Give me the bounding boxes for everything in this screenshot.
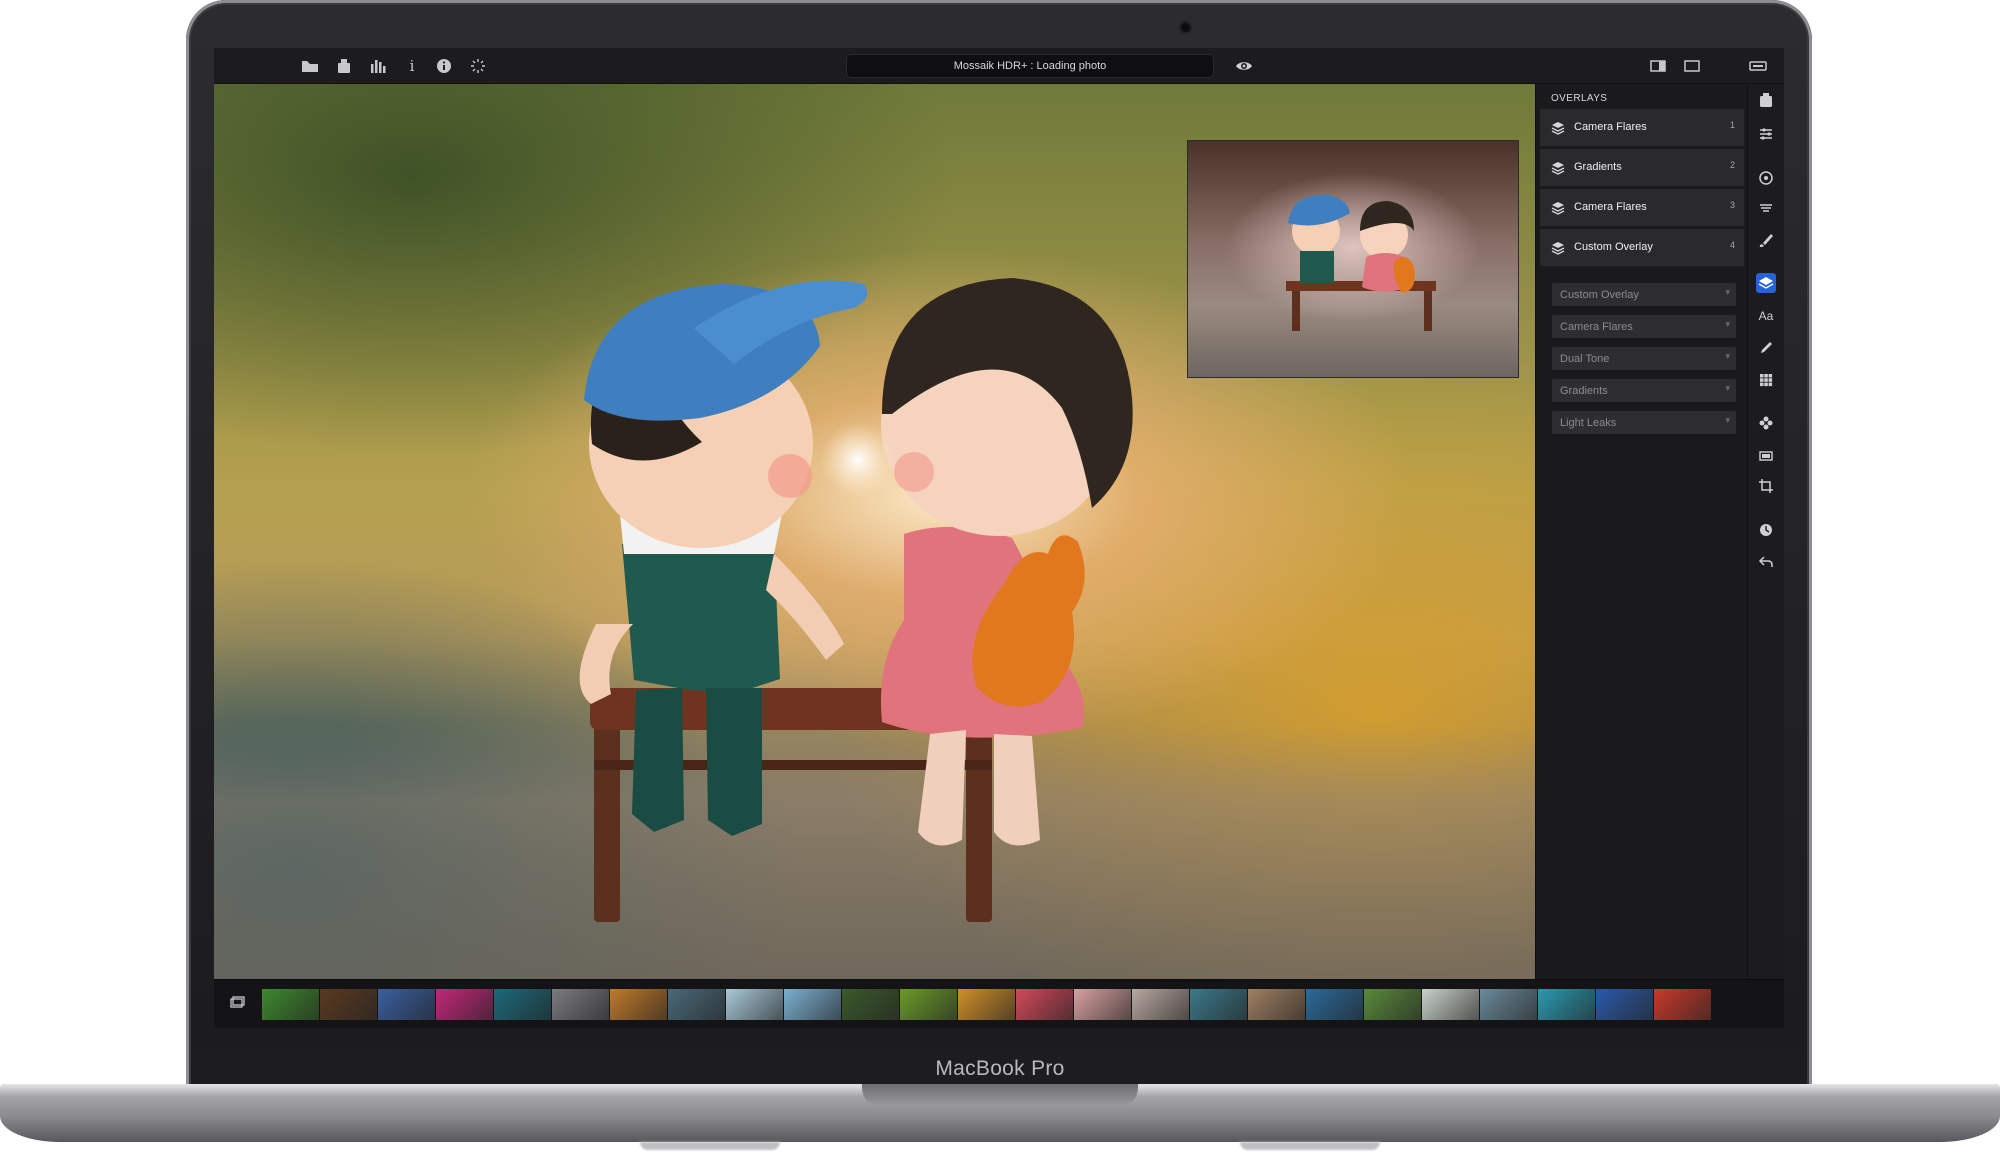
- overlay-layer-index: 4: [1729, 240, 1735, 250]
- chevron-down-icon: ▾: [1725, 287, 1730, 297]
- overlay-layer-2[interactable]: Gradients 2: [1540, 149, 1744, 187]
- laptop-foot-left: [640, 1142, 780, 1150]
- layers-stack-icon: [1550, 160, 1566, 176]
- text-icon[interactable]: Aa: [1756, 306, 1776, 326]
- overlay-option-camera-flares[interactable]: Camera Flares ▾: [1552, 315, 1736, 338]
- filmstrip-thumbnail[interactable]: [610, 989, 667, 1020]
- overlay-option-gradients[interactable]: Gradients ▾: [1552, 379, 1736, 402]
- filmstrip-thumbnail[interactable]: [1190, 989, 1247, 1020]
- filmstrip-thumbnail[interactable]: [1074, 989, 1131, 1020]
- filmstrip-thumbnail[interactable]: [1480, 989, 1537, 1020]
- filmstrip-thumbnail[interactable]: [1306, 989, 1363, 1020]
- filmstrip-thumbnail[interactable]: [378, 989, 435, 1020]
- filmstrip-thumbnail[interactable]: [1248, 989, 1305, 1020]
- overlays-panel-title: OVERLAYS: [1551, 93, 1608, 104]
- filmstrip-thumbnails: [262, 989, 1712, 1020]
- overlay-layer-name: Camera Flares: [1574, 201, 1647, 213]
- filmstrip-thumbnail[interactable]: [1132, 989, 1189, 1020]
- chevron-down-icon: ▾: [1725, 415, 1730, 425]
- overlay-layer-index: 1: [1729, 120, 1735, 130]
- eye-icon[interactable]: [1234, 56, 1254, 76]
- app-window: i Mossaik HDR+ : Loading photo OVERLAYS …: [214, 48, 1784, 1052]
- overlay-layer-index: 3: [1729, 200, 1735, 210]
- filmstrip-thumbnail[interactable]: [1596, 989, 1653, 1020]
- filmstrip-thumbnail[interactable]: [262, 989, 319, 1020]
- photo-canvas[interactable]: [214, 84, 1535, 979]
- overlay-layer-name: Camera Flares: [1574, 121, 1647, 133]
- overlay-option-label: Camera Flares: [1560, 321, 1633, 333]
- filmstrip-thumbnail[interactable]: [494, 989, 551, 1020]
- layers-stack-icon: [1550, 120, 1566, 136]
- open-folder-icon[interactable]: [300, 56, 320, 76]
- filmstrip: [214, 979, 1784, 1028]
- overlay-option-label: Dual Tone: [1560, 353, 1610, 365]
- top-toolbar: i Mossaik HDR+ : Loading photo: [214, 48, 1784, 84]
- filmstrip-thumbnail[interactable]: [1364, 989, 1421, 1020]
- gallery-icon[interactable]: [228, 994, 246, 1012]
- filmstrip-thumbnail[interactable]: [320, 989, 377, 1020]
- filmstrip-thumbnail[interactable]: [1016, 989, 1073, 1020]
- overlay-layer-name: Gradients: [1574, 161, 1622, 173]
- info-circle-icon[interactable]: [434, 56, 454, 76]
- overlay-layer-name: Custom Overlay: [1574, 241, 1653, 253]
- grid-icon[interactable]: [1756, 370, 1776, 390]
- brush-icon[interactable]: [1756, 230, 1776, 250]
- tool-strip: Aa: [1747, 84, 1784, 979]
- layers-icon[interactable]: [1756, 273, 1776, 293]
- overlay-option-label: Custom Overlay: [1560, 289, 1639, 301]
- filmstrip-thumbnail[interactable]: [1538, 989, 1595, 1020]
- overlay-layer-4[interactable]: Custom Overlay 4: [1540, 229, 1744, 267]
- chevron-down-icon: ▾: [1725, 383, 1730, 393]
- webcam: [1181, 23, 1190, 32]
- filmstrip-thumbnail[interactable]: [552, 989, 609, 1020]
- undo-icon[interactable]: [1756, 552, 1776, 572]
- filmstrip-thumbnail[interactable]: [842, 989, 899, 1020]
- single-view-icon[interactable]: [1682, 56, 1702, 76]
- filmstrip-thumbnail[interactable]: [958, 989, 1015, 1020]
- brand-label: MacBook Pro: [935, 1057, 1065, 1080]
- fullscreen-icon[interactable]: [1748, 56, 1768, 76]
- export-icon[interactable]: [334, 56, 354, 76]
- filmstrip-thumbnail[interactable]: [1654, 989, 1711, 1020]
- presets-icon[interactable]: [1756, 90, 1776, 110]
- original-preview-thumbnail[interactable]: [1187, 140, 1519, 378]
- adjustments-icon[interactable]: [1756, 124, 1776, 144]
- layers-stack-icon: [1550, 200, 1566, 216]
- overlay-option-label: Light Leaks: [1560, 417, 1617, 429]
- split-view-icon[interactable]: [1648, 56, 1668, 76]
- overlay-option-light-leaks[interactable]: Light Leaks ▾: [1552, 411, 1736, 434]
- chevron-down-icon: ▾: [1725, 319, 1730, 329]
- crop-icon[interactable]: [1756, 476, 1776, 496]
- filters-icon[interactable]: [1756, 198, 1776, 218]
- window-title-field: Mossaik HDR+ : Loading photo: [846, 54, 1214, 78]
- frames-icon[interactable]: [1756, 446, 1776, 466]
- filmstrip-thumbnail[interactable]: [1422, 989, 1479, 1020]
- lens-icon[interactable]: [1756, 168, 1776, 188]
- filmstrip-thumbnail[interactable]: [726, 989, 783, 1020]
- filmstrip-thumbnail[interactable]: [668, 989, 725, 1020]
- chevron-down-icon: ▾: [1725, 351, 1730, 361]
- overlay-option-custom-overlay[interactable]: Custom Overlay ▾: [1552, 283, 1736, 306]
- filmstrip-thumbnail[interactable]: [436, 989, 493, 1020]
- overlay-layer-index: 2: [1729, 160, 1735, 170]
- effects-icon[interactable]: [1756, 413, 1776, 433]
- laptop-foot-right: [1240, 1142, 1380, 1150]
- info-text-icon[interactable]: i: [402, 56, 422, 76]
- overlay-layer-1[interactable]: Camera Flares 1: [1540, 109, 1744, 147]
- overlay-layer-3[interactable]: Camera Flares 3: [1540, 189, 1744, 227]
- filmstrip-thumbnail[interactable]: [784, 989, 841, 1020]
- layers-stack-icon: [1550, 240, 1566, 256]
- lid-opening-notch: [862, 1084, 1138, 1106]
- overlays-panel: OVERLAYS Camera Flares 1 Gradients 2 Cam…: [1535, 84, 1747, 979]
- overlay-option-dual-tone[interactable]: Dual Tone ▾: [1552, 347, 1736, 370]
- magic-wand-icon[interactable]: [468, 56, 488, 76]
- histogram-icon[interactable]: [368, 56, 388, 76]
- filmstrip-thumbnail[interactable]: [900, 989, 957, 1020]
- history-icon[interactable]: [1756, 520, 1776, 540]
- overlay-option-label: Gradients: [1560, 385, 1608, 397]
- bottom-bar: [214, 1028, 1784, 1052]
- retouch-icon[interactable]: [1756, 338, 1776, 358]
